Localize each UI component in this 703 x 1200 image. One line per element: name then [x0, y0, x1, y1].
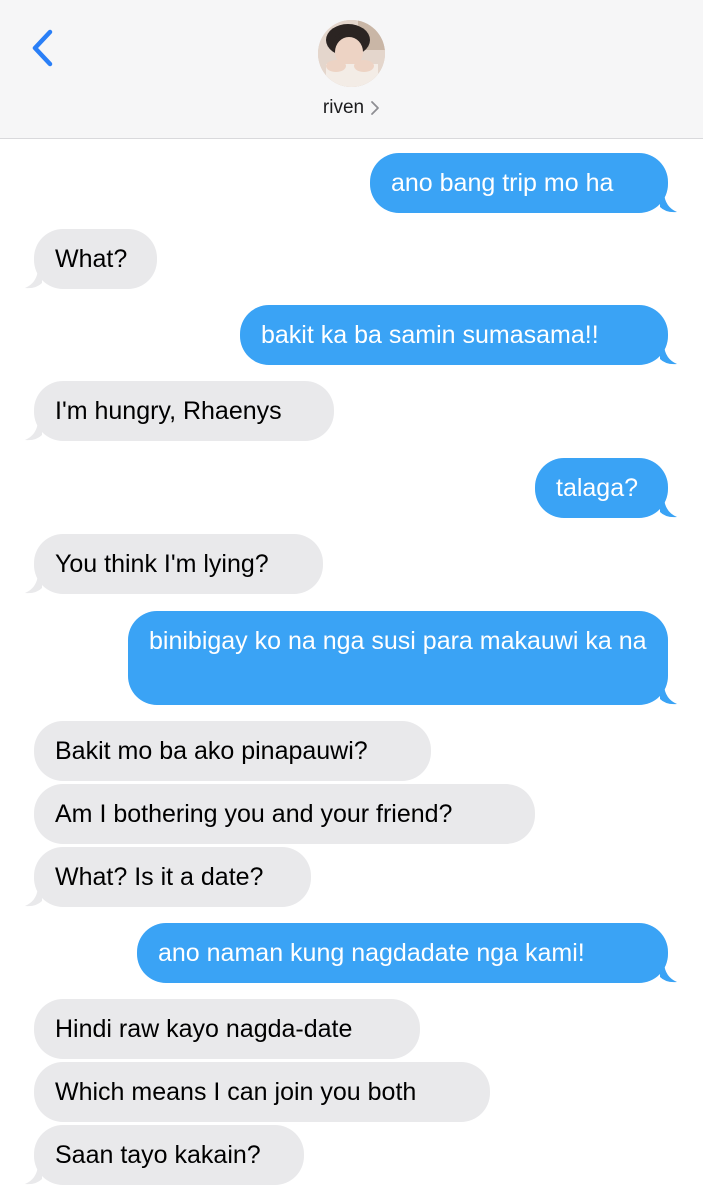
message-bubble[interactable]: Which means I can join you both	[34, 1062, 490, 1122]
message-thread: ano bang trip mo ha What? bakit ka ba sami…	[0, 139, 703, 1200]
message-bubble[interactable]: Am I bothering you and your friend?	[34, 784, 535, 844]
bubble-tail	[25, 887, 42, 907]
message-bubble[interactable]: What?	[34, 229, 157, 289]
message-bubble[interactable]: Bakit mo ba ako pinapauwi?	[34, 721, 431, 781]
message-bubble[interactable]: Hindi raw kayo nagda-date	[34, 999, 420, 1059]
conversation-header: riven	[0, 0, 703, 139]
message-bubble[interactable]: Saan tayo kakain?	[34, 1125, 304, 1185]
message-bubble[interactable]: You think I'm lying?	[34, 534, 323, 594]
bubble-tail	[660, 345, 677, 365]
message-bubble[interactable]: ano bang trip mo ha	[370, 153, 668, 213]
contact-avatar[interactable]	[318, 20, 385, 87]
bubble-tail	[660, 685, 677, 705]
back-button[interactable]	[22, 26, 62, 70]
message-bubble[interactable]: ano naman kung nagdadate nga kami!	[137, 923, 668, 983]
bubble-tail	[25, 574, 42, 594]
bubble-tail	[25, 1165, 42, 1185]
message-bubble[interactable]: What? Is it a date?	[34, 847, 311, 907]
chevron-right-icon	[371, 101, 379, 115]
bubble-tail	[660, 498, 677, 518]
bubble-tail	[25, 269, 42, 289]
message-bubble[interactable]: talaga?	[535, 458, 668, 518]
contact-name-button[interactable]: riven	[0, 94, 703, 122]
contact-name: riven	[322, 97, 365, 118]
bubble-tail	[660, 963, 677, 983]
bubble-tail	[25, 421, 42, 441]
message-bubble[interactable]: bakit ka ba samin sumasama!!	[240, 305, 668, 365]
bubble-tail	[660, 193, 677, 213]
avatar-photo	[318, 20, 385, 87]
chevron-left-icon	[32, 29, 53, 67]
message-bubble[interactable]: binibigay ko na nga susi para makauwi ka…	[128, 611, 668, 705]
message-bubble[interactable]: I'm hungry, Rhaenys	[34, 381, 334, 441]
